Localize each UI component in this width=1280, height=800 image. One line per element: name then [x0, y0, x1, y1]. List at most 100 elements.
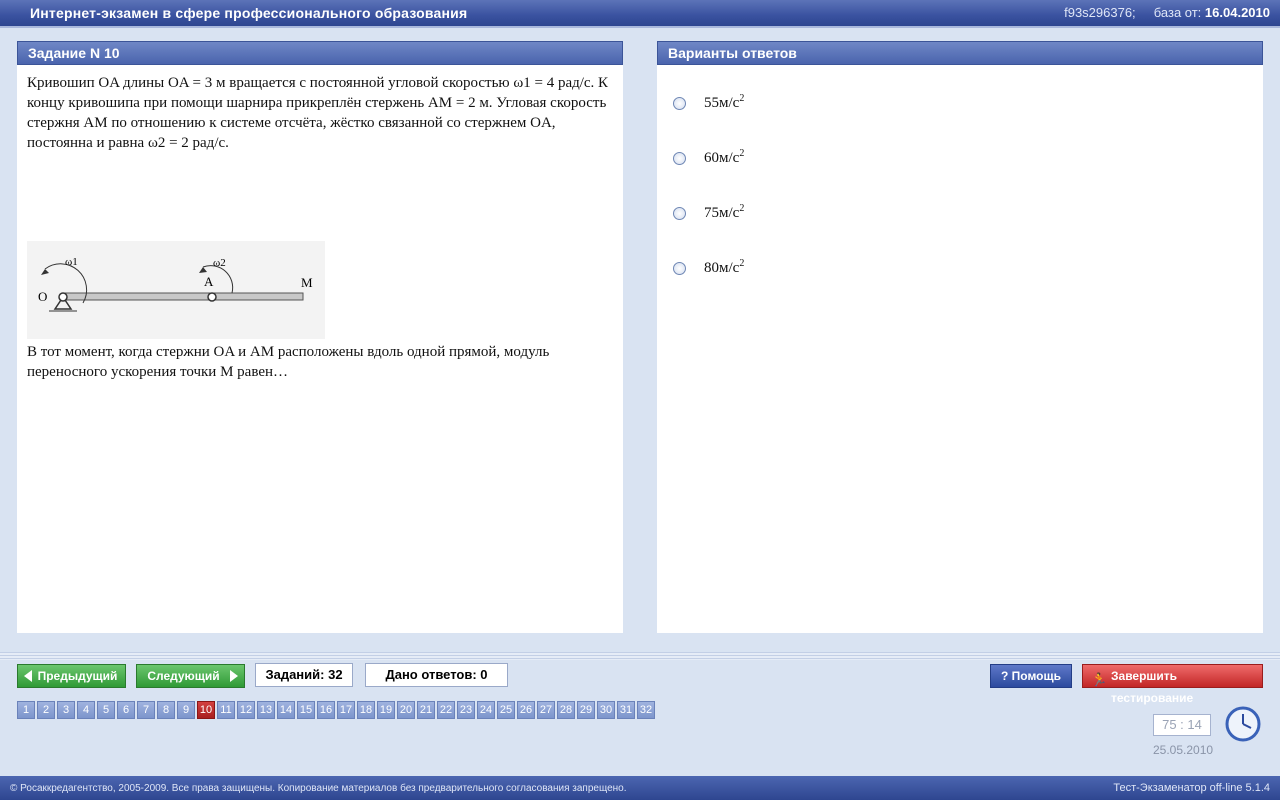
footer: © Росаккредагентство, 2005-2009. Все пра…	[0, 776, 1280, 800]
answers-count: Дано ответов: 0	[365, 663, 508, 687]
prev-button[interactable]: Предыдущий	[17, 664, 126, 688]
joint-o	[58, 292, 68, 302]
page-button-24[interactable]: 24	[477, 701, 495, 719]
arrow-left-icon	[24, 670, 32, 682]
current-date: 25.05.2010	[1153, 743, 1214, 757]
label-a: A	[204, 274, 214, 289]
page-button-17[interactable]: 17	[337, 701, 355, 719]
app-title: Интернет-экзамен в сфере профессионально…	[30, 5, 468, 21]
answer-label: 75м/с2	[704, 203, 744, 222]
page-button-5[interactable]: 5	[97, 701, 115, 719]
answers-panel: Варианты ответов 55м/с2 60м/с2 75м/с2 80…	[657, 41, 1263, 633]
answer-unit: м/с	[719, 205, 740, 221]
page-button-4[interactable]: 4	[77, 701, 95, 719]
session-id: f93s296376;	[1064, 5, 1136, 20]
answer-value: 80	[704, 260, 719, 276]
page-button-15[interactable]: 15	[297, 701, 315, 719]
next-label: Следующий	[147, 669, 220, 683]
page-button-11[interactable]: 11	[217, 701, 235, 719]
question-line: В тот момент, когда стержни OA и AM расп…	[27, 344, 550, 360]
answers-body: 55м/с2 60м/с2 75м/с2 80м/с2	[657, 65, 1263, 633]
page-button-2[interactable]: 2	[37, 701, 55, 719]
rod	[62, 292, 304, 301]
task-line: Кривошип OA длины OA = 3 м вращается с п…	[27, 75, 609, 91]
answer-unit: м/с	[719, 150, 740, 166]
timer: 75 : 14	[1153, 714, 1211, 736]
page-button-22[interactable]: 22	[437, 701, 455, 719]
task-line: постоянна и равна ω2 = 2 рад/с.	[27, 135, 229, 151]
page-button-21[interactable]: 21	[417, 701, 435, 719]
task-line: концу кривошипа при помощи шарнира прикр…	[27, 95, 607, 111]
answer-unit-power: 2	[739, 93, 745, 104]
prev-label: Предыдущий	[37, 669, 118, 683]
page-button-12[interactable]: 12	[237, 701, 255, 719]
answer-unit-power: 2	[739, 203, 745, 214]
question-line: переносного ускорения точки M равен…	[27, 364, 289, 380]
page-button-19[interactable]: 19	[377, 701, 395, 719]
answer-value: 60	[704, 150, 719, 166]
page-button-28[interactable]: 28	[557, 701, 575, 719]
page-button-31[interactable]: 31	[617, 701, 635, 719]
finish-button[interactable]: 🏃 Завершить тестирование	[1082, 664, 1263, 705]
task-text: Кривошип OA длины OA = 3 м вращается с п…	[27, 73, 617, 153]
answer-label: 55м/с2	[704, 93, 744, 112]
page-button-29[interactable]: 29	[577, 701, 595, 719]
title-bar: Интернет-экзамен в сфере профессионально…	[0, 0, 1280, 28]
page-button-18[interactable]: 18	[357, 701, 375, 719]
page-button-13[interactable]: 13	[257, 701, 275, 719]
page-button-27[interactable]: 27	[537, 701, 555, 719]
arrow-w2	[199, 267, 207, 273]
page-button-8[interactable]: 8	[157, 701, 175, 719]
answer-unit: м/с	[719, 95, 740, 111]
answer-unit-power: 2	[739, 148, 745, 159]
copyright: © Росаккредагентство, 2005-2009. Все пра…	[10, 783, 627, 794]
tasks-count: Заданий: 32	[255, 663, 353, 687]
page-button-20[interactable]: 20	[397, 701, 415, 719]
page-button-7[interactable]: 7	[137, 701, 155, 719]
label-m: M	[301, 275, 313, 290]
answer-label: 60м/с2	[704, 148, 744, 167]
page-button-14[interactable]: 14	[277, 701, 295, 719]
help-button[interactable]: ? Помощь	[990, 664, 1072, 688]
arrow-w1	[41, 269, 49, 275]
page-button-25[interactable]: 25	[497, 701, 515, 719]
base-label: база от:	[1153, 5, 1202, 20]
base-date: 16.04.2010	[1204, 5, 1270, 20]
page-button-30[interactable]: 30	[597, 701, 615, 719]
page-button-26[interactable]: 26	[517, 701, 535, 719]
task-panel: Задание N 10 Кривошип OA длины OA = 3 м …	[17, 41, 623, 633]
label-w2: ω2	[213, 257, 226, 269]
answer-value: 55	[704, 95, 719, 111]
separator	[0, 652, 1280, 660]
question-text: В тот момент, когда стержни OA и AM расп…	[27, 342, 617, 382]
help-label: Помощь	[1011, 669, 1062, 683]
page-button-9[interactable]: 9	[177, 701, 195, 719]
page-button-6[interactable]: 6	[117, 701, 135, 719]
answers-header: Варианты ответов	[657, 41, 1263, 65]
label-o: O	[38, 289, 47, 304]
mechanism-figure: O A M ω1 ω2	[27, 241, 325, 339]
base-info: f93s296376; база от: 16.04.2010	[1064, 5, 1270, 20]
answer-unit: м/с	[719, 260, 740, 276]
answer-unit-power: 2	[739, 258, 745, 269]
page-button-32[interactable]: 32	[637, 701, 655, 719]
answer-value: 75	[704, 205, 719, 221]
page-button-16[interactable]: 16	[317, 701, 335, 719]
radio-button[interactable]	[673, 207, 686, 220]
radio-button[interactable]	[673, 262, 686, 275]
radio-button[interactable]	[673, 152, 686, 165]
page-button-10[interactable]: 10	[197, 701, 215, 719]
page-button-23[interactable]: 23	[457, 701, 475, 719]
version: Тест-Экзаменатор off-line 5.1.4	[1113, 782, 1270, 794]
label-w1: ω1	[65, 256, 78, 268]
next-button[interactable]: Следующий	[136, 664, 245, 688]
answer-label: 80м/с2	[704, 258, 744, 277]
task-line: стержня AM по отношению к системе отсчёт…	[27, 115, 556, 131]
joint-a	[207, 292, 217, 302]
task-body: Кривошип OA длины OA = 3 м вращается с п…	[17, 65, 623, 633]
help-icon: ?	[1000, 669, 1012, 683]
page-button-3[interactable]: 3	[57, 701, 75, 719]
mechanism-diagram: O A M ω1 ω2	[38, 256, 313, 312]
page-button-1[interactable]: 1	[17, 701, 35, 719]
radio-button[interactable]	[673, 97, 686, 110]
